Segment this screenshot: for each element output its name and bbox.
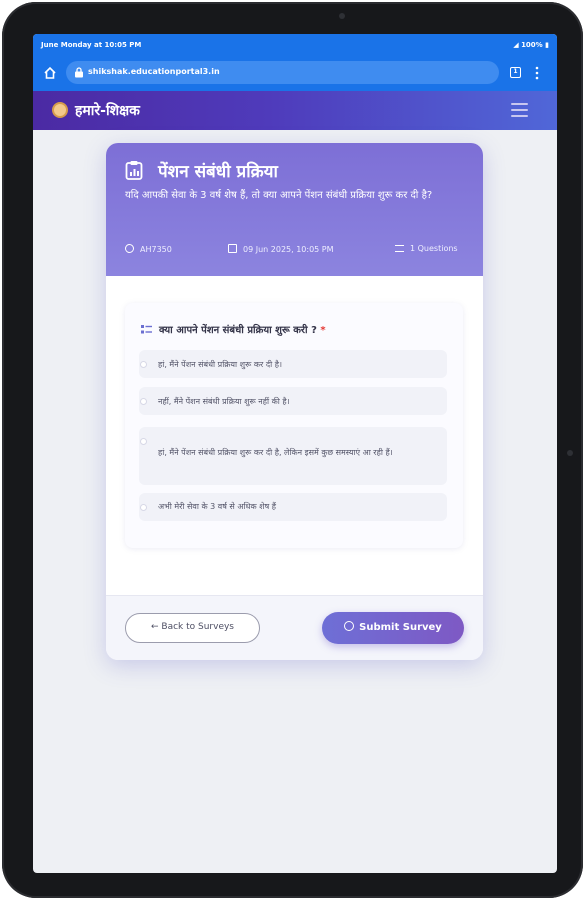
browser-chrome: June Monday at 10:05 PM ◢ 100% ▮ shiksha… <box>33 34 557 91</box>
option-3[interactable]: हां, मैंने पेंशन संबंधी प्रक्रिया शुरू क… <box>139 427 447 485</box>
survey-date-text: 09 Jun 2025, 10:05 PM <box>243 245 334 254</box>
camera <box>339 13 345 19</box>
radio-button[interactable] <box>140 398 147 405</box>
user-icon <box>125 244 134 253</box>
tabs-icon[interactable]: 1 <box>510 67 521 78</box>
battery-level: 100% <box>521 41 543 49</box>
side-button <box>567 450 573 456</box>
radio-button[interactable] <box>140 361 147 368</box>
app-header: हमारे-शिक्षक <box>33 91 557 130</box>
survey-id-text: AH7350 <box>140 245 172 254</box>
status-battery: ◢ 100% ▮ <box>513 41 549 49</box>
radio-button[interactable] <box>140 504 147 511</box>
status-time: June Monday at 10:05 PM <box>41 41 142 49</box>
app-logo[interactable] <box>52 102 68 118</box>
option-label: हां, मैंने पेंशन संबंधी प्रक्रिया शुरू क… <box>158 448 393 457</box>
submit-label: Submit Survey <box>359 622 442 633</box>
url-text[interactable]: shikshak.educationportal3.in <box>88 67 220 76</box>
back-to-surveys-button[interactable]: ← Back to Surveys <box>125 613 260 643</box>
clipboard-chart-icon <box>125 161 143 180</box>
option-label: अभी मेरी सेवा के 3 वर्ष से अधिक शेष हैं <box>158 502 277 511</box>
question-block: क्या आपने पेंशन संबंधी प्रक्रिया शुरू कर… <box>125 303 463 548</box>
screen: June Monday at 10:05 PM ◢ 100% ▮ shiksha… <box>33 34 557 873</box>
question-label: क्या आपने पेंशन संबंधी प्रक्रिया शुरू कर… <box>159 325 317 336</box>
questions-count: 1 Questions <box>395 244 458 253</box>
option-4[interactable]: अभी मेरी सेवा के 3 वर्ष से अधिक शेष हैं <box>139 493 447 521</box>
check-circle-icon <box>344 621 355 631</box>
url-row: shikshak.educationportal3.in 1 <box>33 58 557 88</box>
survey-id: AH7350 <box>125 244 172 254</box>
more-vert-icon[interactable] <box>535 66 539 80</box>
question-text: क्या आपने पेंशन संबंधी प्रक्रिया शुरू कर… <box>159 322 326 336</box>
survey-header: पेंशन संबंधी प्रक्रिया यदि आपकी सेवा के … <box>106 143 483 276</box>
signal-icon: ◢ <box>513 41 522 49</box>
option-label: हां, मैंने पेंशन संबंधी प्रक्रिया शुरू क… <box>158 360 282 369</box>
submit-survey-button[interactable]: Submit Survey <box>322 612 464 644</box>
list-icon <box>395 245 404 252</box>
survey-date: 09 Jun 2025, 10:05 PM <box>228 244 334 254</box>
questions-count-text: 1 Questions <box>410 244 458 253</box>
calendar-icon <box>228 244 237 253</box>
option-2[interactable]: नहीं, मैंने पेंशन संबंधी प्रक्रिया शुरू … <box>139 387 447 415</box>
survey-footer: ← Back to Surveys Submit Survey <box>106 595 483 660</box>
radio-button[interactable] <box>140 438 147 445</box>
home-icon[interactable] <box>43 66 57 80</box>
app-title[interactable]: हमारे-शिक्षक <box>75 101 140 120</box>
address-bar[interactable]: shikshak.educationportal3.in <box>66 61 499 84</box>
status-bar: June Monday at 10:05 PM ◢ 100% ▮ <box>33 34 557 56</box>
arrow-left-icon: ← <box>150 622 162 632</box>
battery-icon: ▮ <box>545 41 549 49</box>
option-label: नहीं, मैंने पेंशन संबंधी प्रक्रिया शुरू … <box>158 397 290 406</box>
option-1[interactable]: हां, मैंने पेंशन संबंधी प्रक्रिया शुरू क… <box>139 350 447 378</box>
survey-description: यदि आपकी सेवा के 3 वर्ष शेष हैं, तो क्या… <box>125 190 433 201</box>
required-marker: * <box>320 325 326 336</box>
back-label: Back to Surveys <box>161 622 234 632</box>
lock-icon <box>75 67 83 78</box>
tablet-frame: June Monday at 10:05 PM ◢ 100% ▮ shiksha… <box>2 2 583 898</box>
survey-card: पेंशन संबंधी प्रक्रिया यदि आपकी सेवा के … <box>106 143 483 660</box>
question-list-icon <box>141 325 152 334</box>
survey-title: पेंशन संबंधी प्रक्रिया <box>158 162 278 182</box>
hamburger-menu-icon[interactable] <box>511 103 528 117</box>
